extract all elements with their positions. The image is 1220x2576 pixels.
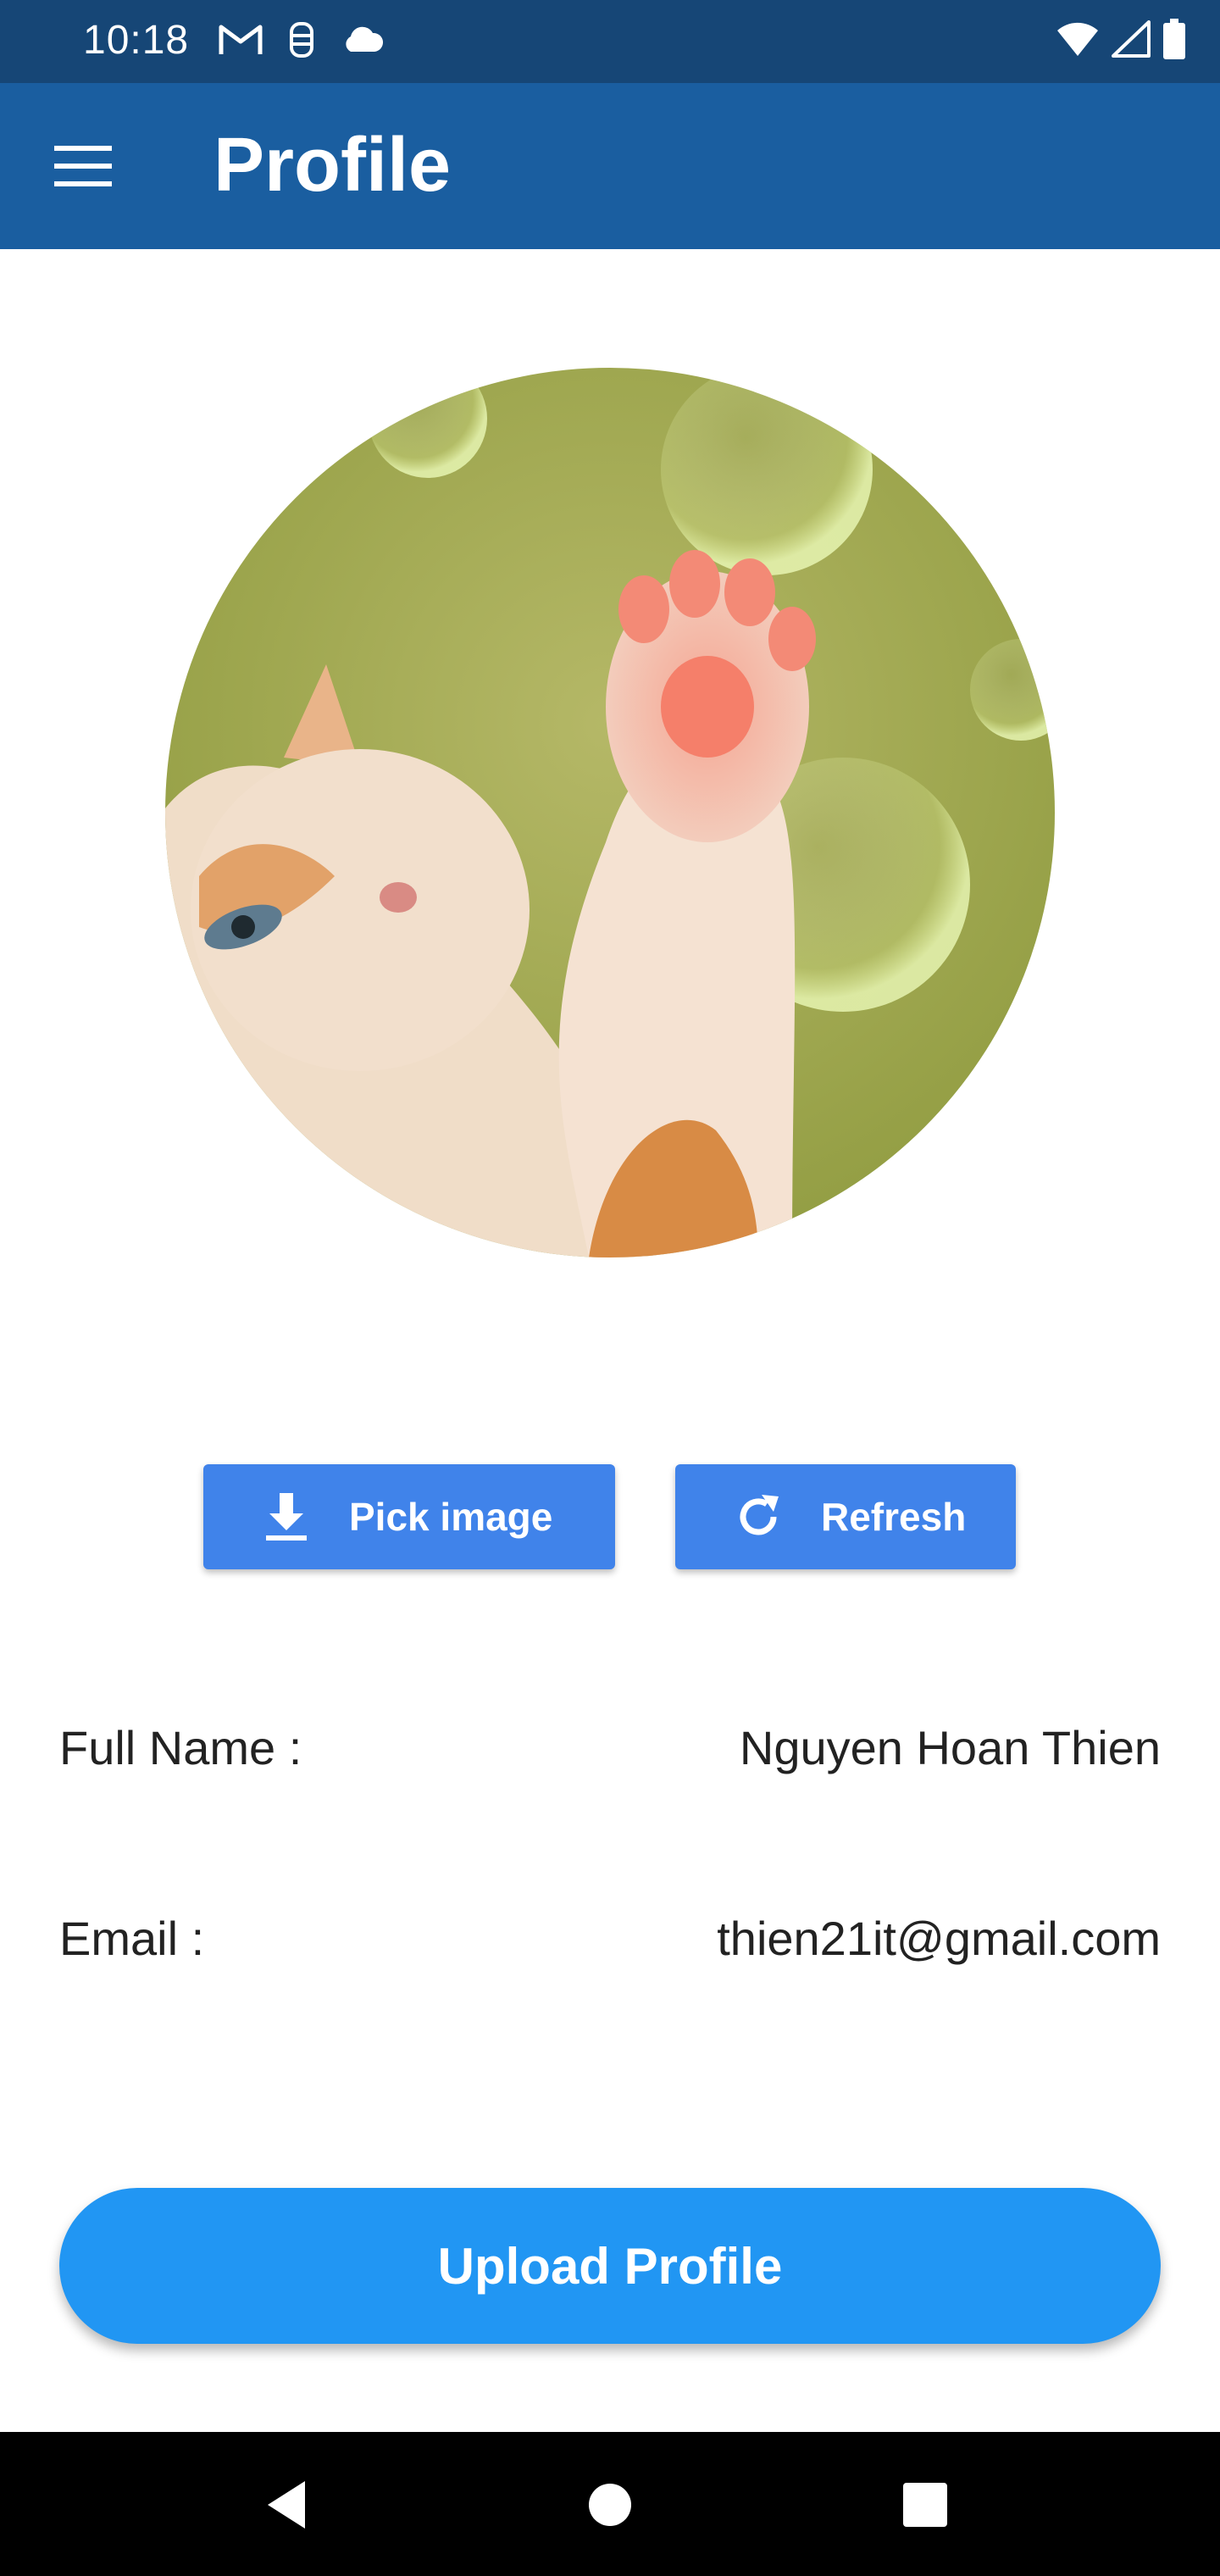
upload-profile-label: Upload Profile bbox=[437, 2237, 783, 2295]
recent-apps-icon[interactable] bbox=[895, 2474, 956, 2535]
battery-icon bbox=[1163, 19, 1185, 59]
home-icon[interactable] bbox=[580, 2474, 640, 2535]
navigation-bar bbox=[0, 2432, 1220, 2576]
profile-screen: 10:18 Profile Pick image Refresh Full Na… bbox=[0, 0, 1220, 2576]
pick-image-button[interactable]: Pick image bbox=[203, 1464, 615, 1569]
page-title: Profile bbox=[214, 123, 452, 208]
email-value: thien21it@gmail.com bbox=[717, 1912, 1161, 1965]
status-time: 10:18 bbox=[83, 18, 190, 63]
email-label: Email : bbox=[59, 1912, 205, 1965]
wifi-icon bbox=[1057, 22, 1098, 56]
refresh-icon bbox=[740, 1495, 779, 1535]
vpn-key-icon bbox=[290, 22, 313, 58]
download-icon bbox=[266, 1493, 307, 1541]
upload-profile-button[interactable]: Upload Profile bbox=[59, 2188, 1161, 2344]
status-icons-left bbox=[219, 20, 385, 59]
back-icon[interactable] bbox=[258, 2474, 319, 2535]
full-name-label: Full Name : bbox=[59, 1721, 302, 1774]
full-name-value: Nguyen Hoan Thien bbox=[739, 1721, 1161, 1774]
signal-icon bbox=[1112, 20, 1151, 58]
status-bar: 10:18 bbox=[0, 0, 1220, 83]
hamburger-menu-icon[interactable] bbox=[54, 144, 112, 188]
cloud-icon bbox=[346, 26, 384, 52]
status-icons-right bbox=[1056, 19, 1186, 59]
avatar bbox=[165, 368, 1055, 1257]
cat-photo-image bbox=[165, 368, 1055, 1257]
gmail-icon bbox=[219, 25, 263, 54]
app-bar: Profile bbox=[0, 83, 1220, 249]
refresh-button[interactable]: Refresh bbox=[675, 1464, 1016, 1569]
refresh-label: Refresh bbox=[821, 1495, 967, 1539]
pick-image-label: Pick image bbox=[349, 1495, 553, 1539]
